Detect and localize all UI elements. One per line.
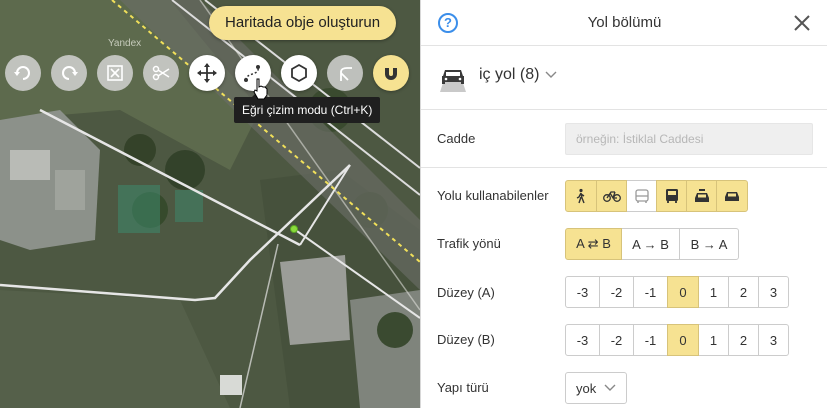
level-b-option[interactable]: 1	[698, 324, 729, 356]
undo-button[interactable]	[5, 55, 41, 91]
delete-selection-icon	[107, 65, 123, 81]
magnet-button[interactable]	[373, 55, 409, 91]
polygon-icon	[291, 63, 307, 83]
level-b-option[interactable]: 3	[758, 324, 789, 356]
level-a-option[interactable]: 1	[698, 276, 729, 308]
level-a-option[interactable]: 3	[758, 276, 789, 308]
bicycle-toggle[interactable]	[596, 180, 627, 212]
road-type-row: iç yol (8)	[421, 46, 827, 110]
move-button[interactable]	[189, 55, 225, 91]
close-icon[interactable]	[792, 13, 812, 33]
direction-both-button[interactable]: A ⇄ B	[565, 228, 622, 260]
panel-title: Yol bölümü	[587, 14, 662, 31]
car-icon	[725, 192, 739, 201]
redo-button[interactable]	[51, 55, 87, 91]
magnet-icon	[385, 65, 397, 80]
street-row: Cadde	[421, 110, 827, 168]
truck-toggle[interactable]	[656, 180, 687, 212]
level-b-group: -3 -2 -1 0 1 2 3	[565, 324, 789, 356]
fork-icon	[340, 67, 352, 81]
taxi-toggle[interactable]	[686, 180, 717, 212]
street-input[interactable]	[565, 123, 813, 155]
road-vertex[interactable]	[290, 225, 298, 233]
map-canvas[interactable]: Yandex Haritada obje oluşturun Eğri çizi…	[0, 0, 420, 408]
level-b-option[interactable]: 2	[728, 324, 759, 356]
scissors-icon	[152, 65, 170, 81]
hand-cursor-icon	[253, 78, 268, 100]
road-type-car-icon	[440, 70, 466, 92]
taxi-icon	[694, 189, 709, 202]
road-users-group	[565, 180, 748, 212]
level-b-option[interactable]: -2	[599, 324, 634, 356]
level-b-option[interactable]: -1	[633, 324, 668, 356]
structure-label: Yapı türü	[437, 380, 489, 395]
level-a-label: Düzey (A)	[437, 285, 495, 300]
level-a-option-selected[interactable]: 0	[667, 276, 699, 308]
bicycle-icon	[602, 191, 621, 202]
move-icon	[197, 63, 217, 83]
truck-icon	[665, 189, 678, 203]
chevron-down-icon	[545, 71, 557, 78]
direction-a-to-b-button[interactable]: A → B	[621, 228, 680, 260]
road-type-value: iç yol (8)	[479, 66, 540, 83]
direction-label: Trafik yönü	[437, 236, 501, 251]
car-toggle[interactable]	[716, 180, 748, 212]
delete-selection-button[interactable]	[97, 55, 133, 91]
level-a-option[interactable]: 2	[728, 276, 759, 308]
redo-icon	[62, 66, 78, 80]
direction-group: A ⇄ B A → B B → A	[565, 228, 739, 260]
curve-draw-tooltip: Eğri çizim modu (Ctrl+K)	[234, 92, 381, 123]
pedestrian-toggle[interactable]	[565, 180, 597, 212]
level-b-label: Düzey (B)	[437, 332, 495, 347]
level-b-option-selected[interactable]: 0	[667, 324, 699, 356]
structure-select[interactable]: yok	[565, 372, 627, 404]
undo-icon	[14, 66, 30, 80]
direction-b-to-a-button[interactable]: B → A	[679, 228, 739, 260]
create-object-button[interactable]: Haritada obje oluşturun	[209, 6, 397, 40]
chevron-down-icon	[604, 384, 616, 391]
yandex-watermark: Yandex	[108, 38, 142, 49]
road-segment-panel: ? Yol bölümü iç yol (8) Cadde Yolu kulla…	[420, 0, 827, 408]
fork-button[interactable]	[327, 55, 363, 91]
polygon-button[interactable]	[281, 55, 317, 91]
pedestrian-icon	[576, 188, 585, 204]
road-type-select[interactable]: iç yol (8)	[479, 66, 557, 84]
bus-icon	[634, 189, 649, 203]
street-label: Cadde	[437, 131, 476, 146]
level-b-option[interactable]: -3	[565, 324, 600, 356]
users-label: Yolu kullanabilenler	[437, 188, 549, 203]
bus-toggle[interactable]	[626, 180, 657, 212]
panel-header: ? Yol bölümü	[421, 0, 827, 46]
cut-button[interactable]	[143, 55, 179, 91]
level-a-option[interactable]: -2	[599, 276, 634, 308]
level-a-group: -3 -2 -1 0 1 2 3	[565, 276, 789, 308]
structure-value: yok	[576, 380, 597, 396]
level-a-option[interactable]: -1	[633, 276, 668, 308]
level-a-option[interactable]: -3	[565, 276, 600, 308]
